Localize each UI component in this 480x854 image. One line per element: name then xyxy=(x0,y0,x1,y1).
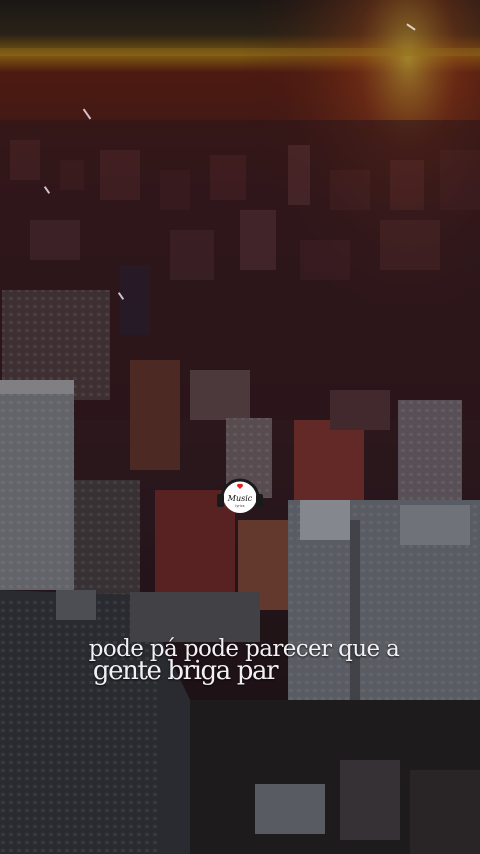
lyric-line-2: gente briga par xyxy=(92,656,279,686)
lyrics-caption: pode pá pode parecer que a gente briga p… xyxy=(0,636,480,686)
logo-subtitle: lyrics xyxy=(235,504,244,508)
city-skyline-background xyxy=(0,0,480,854)
logo-title: Music xyxy=(227,494,253,503)
headphones-heart-icon: Music lyrics xyxy=(217,478,263,513)
video-frame xyxy=(0,0,480,854)
music-lyrics-logo: Music lyrics xyxy=(214,474,266,514)
